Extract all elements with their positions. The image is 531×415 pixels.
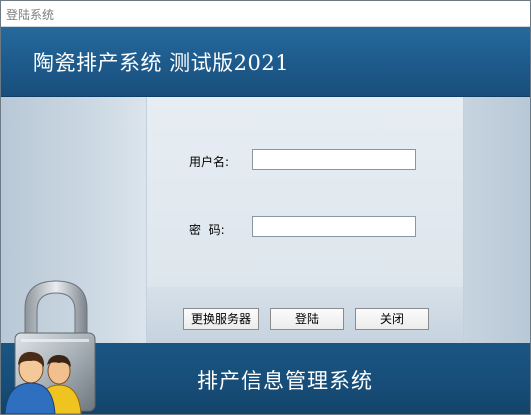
padlock-icon bbox=[4, 280, 96, 414]
title-bar[interactable]: 登陆系统 bbox=[1, 1, 530, 27]
close-button[interactable]: 关闭 bbox=[355, 308, 429, 330]
login-window: 登陆系统 陶瓷排产系统 测试版2021 用户名: 密 码: 更换服务器 登陆 关… bbox=[0, 0, 531, 415]
username-label: 用户名: bbox=[189, 155, 230, 169]
change-server-button[interactable]: 更换服务器 bbox=[183, 308, 259, 330]
password-label: 密 码: bbox=[189, 223, 225, 237]
login-button[interactable]: 登陆 bbox=[270, 308, 344, 330]
footer-title: 排产信息管理系统 bbox=[197, 369, 373, 393]
username-field[interactable] bbox=[252, 149, 416, 170]
app-title: 陶瓷排产系统 测试版2021 bbox=[33, 51, 290, 75]
window-title: 登陆系统 bbox=[6, 8, 55, 22]
password-field[interactable] bbox=[252, 216, 416, 237]
header-banner: 陶瓷排产系统 测试版2021 bbox=[1, 27, 530, 97]
